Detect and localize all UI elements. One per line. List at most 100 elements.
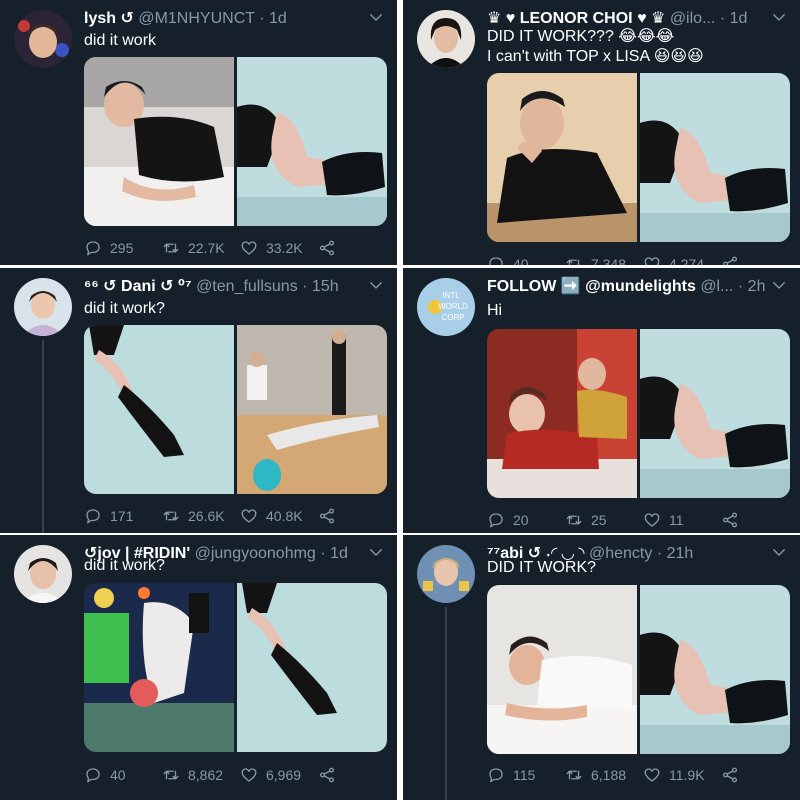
like-icon [643,255,661,265]
display-name[interactable]: FOLLOW ➡️ [487,278,581,295]
display-name[interactable]: ♛ ♥ LEONOR CHOI ♥ ♛ [487,10,665,27]
avatar[interactable] [14,545,72,603]
like-button[interactable]: 33.2K [240,239,318,257]
media-photo[interactable] [237,325,387,494]
username[interactable]: @ilo... [670,10,716,27]
tweet-text: did it work? [84,299,385,319]
tweet-card[interactable]: ⁷⁷abi ↺ ˖◜ ◡ ◝ @hencty · 21h DID IT WORK… [403,535,800,800]
like-count: 40.8K [266,508,303,524]
reply-icon [487,255,505,265]
retweet-icon [565,255,583,265]
tweet-media[interactable] [84,57,387,226]
like-button[interactable]: 40.8K [240,507,318,525]
retweet-button[interactable]: 7,348 [565,255,643,265]
tweet-text-line: I can't with TOP x LISA 😆😆😆 [487,48,704,65]
avatar[interactable] [14,278,72,336]
share-button[interactable] [318,239,338,257]
reply-icon [84,239,102,257]
media-photo[interactable] [640,73,790,242]
media-photo[interactable] [84,57,234,226]
media-photo[interactable] [487,73,637,242]
like-count: 11.9K [669,767,705,783]
chevron-down-icon[interactable] [770,8,788,26]
media-photo[interactable] [487,329,637,498]
like-count: 11 [669,512,684,528]
like-button[interactable]: 11 [643,511,721,529]
retweet-button[interactable]: 6,188 [565,766,643,784]
username[interactable]: @l... [700,278,733,295]
mention-link[interactable]: @mundelights [585,278,696,295]
username[interactable]: @ten_fullsuns [196,278,298,295]
tweet-media[interactable] [487,73,790,242]
media-photo[interactable] [640,585,790,754]
tweet-text: DID IT WORK? [487,558,788,578]
chevron-down-icon[interactable] [770,276,788,294]
share-button[interactable] [318,507,338,525]
retweet-icon [162,766,180,784]
reply-count: 20 [513,512,529,528]
avatar[interactable] [417,545,475,603]
reply-button[interactable]: 40 [84,766,162,784]
share-button[interactable] [721,255,741,265]
share-icon [721,766,739,784]
display-name[interactable]: lysh ↺ [84,10,134,27]
media-photo[interactable] [640,329,790,498]
like-button[interactable]: 11.9K [643,766,721,784]
avatar[interactable] [417,10,475,68]
retweet-button[interactable]: 22.7K [162,239,240,257]
media-photo[interactable] [237,57,387,226]
display-name[interactable]: ⁶⁶ ↺ Dani ↺ ⁰⁷ [84,278,192,295]
avatar[interactable] [14,10,72,68]
tweet-header: FOLLOW ➡️ @mundelights @l... · 2h [487,276,766,298]
tweet-media[interactable] [487,329,790,498]
media-photo[interactable] [487,585,637,754]
tweet-card[interactable]: lysh ↺ @M1NHYUNCT · 1d did it work 295 2… [0,0,397,265]
tweet-card[interactable]: INTL WORLD CORP FOLLOW ➡️ @mundelights @… [403,268,800,533]
timestamp[interactable]: · 1d [259,10,287,27]
reply-count: 171 [110,508,134,524]
like-button[interactable]: 6,969 [240,766,318,784]
media-photo[interactable] [84,583,234,752]
tweet-header: ⁶⁶ ↺ Dani ↺ ⁰⁷ @ten_fullsuns · 15h [84,276,363,298]
tweet-actions: 171 26.6K 40.8K [84,505,357,527]
thread-line [445,607,447,800]
tweet-text-line: DID IT WORK? [487,559,597,576]
retweet-button[interactable]: 8,862 [162,766,240,784]
share-icon [318,239,336,257]
retweet-icon [565,511,583,529]
tweet-media[interactable] [84,325,387,494]
timestamp[interactable]: · 2h [738,278,766,295]
tweet-card[interactable]: ⁶⁶ ↺ Dani ↺ ⁰⁷ @ten_fullsuns · 15h did i… [0,268,397,533]
avatar-text-line: CORP [441,313,464,322]
share-button[interactable] [721,766,741,784]
chevron-down-icon[interactable] [367,276,385,294]
share-button[interactable] [318,766,338,784]
tweet-card[interactable]: ♛ ♥ LEONOR CHOI ♥ ♛ @ilo... · 1d DID IT … [403,0,800,265]
tweet-card[interactable]: ↺jov | #RIDIN' @jungyoonohmg · 1d did it… [0,535,397,800]
media-photo[interactable] [237,583,387,752]
retweet-count: 25 [591,512,607,528]
share-button[interactable] [721,511,741,529]
reply-button[interactable]: 295 [84,239,162,257]
retweet-button[interactable]: 25 [565,511,643,529]
tweet-media[interactable] [84,583,387,752]
reply-button[interactable]: 20 [487,511,565,529]
timestamp[interactable]: · 15h [302,278,338,295]
reply-icon [487,766,505,784]
username[interactable]: @M1NHYUNCT [138,10,254,27]
tweet-text-line: did it work [84,32,157,49]
retweet-count: 6,188 [591,767,627,783]
avatar[interactable]: INTL WORLD CORP [417,278,475,336]
tweet-header: lysh ↺ @M1NHYUNCT · 1d [84,8,363,30]
like-icon [643,766,661,784]
tweet-media[interactable] [487,585,790,754]
reply-button[interactable]: 171 [84,507,162,525]
reply-button[interactable]: 115 [487,766,565,784]
reply-button[interactable]: 40 [487,255,565,265]
retweet-button[interactable]: 26.6K [162,507,240,525]
timestamp[interactable]: · 1d [720,10,748,27]
like-button[interactable]: 4,274 [643,255,721,265]
media-photo[interactable] [84,325,234,494]
like-count: 4,274 [669,256,705,265]
chevron-down-icon[interactable] [367,8,385,26]
